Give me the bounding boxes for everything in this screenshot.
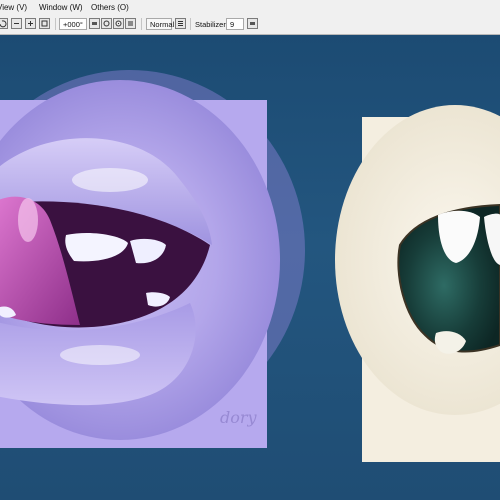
rotate-cw-button[interactable] xyxy=(113,18,124,29)
rotation-field[interactable]: +000° xyxy=(59,18,87,30)
flip-icon xyxy=(128,21,133,26)
blend-mode-select[interactable]: Normal xyxy=(146,18,174,30)
toolbar-separator xyxy=(190,18,191,30)
zoom-out-button[interactable] xyxy=(11,18,22,29)
stabilizer-dropdown-button[interactable] xyxy=(247,18,258,29)
blend-mode-dropdown-button[interactable] xyxy=(175,18,186,29)
stabilizer-field[interactable]: 9 xyxy=(226,18,244,30)
drawing-canvas[interactable]: dory xyxy=(0,35,500,500)
toolbar-separator xyxy=(55,18,56,30)
menu-bar: View (V) Window (W) Others (O) xyxy=(0,0,500,16)
purple-mouth-painting: dory xyxy=(0,70,305,448)
flip-button[interactable] xyxy=(125,18,136,29)
toolbar: +000° Normal Stabilizer 9 xyxy=(0,15,500,35)
rotate-ccw-button[interactable] xyxy=(101,18,112,29)
toolbar-separator xyxy=(141,18,142,30)
minus-icon xyxy=(14,23,19,24)
tongue-highlight xyxy=(18,198,38,242)
rotate-left-icon xyxy=(0,20,7,28)
upper-lip-highlight xyxy=(72,168,148,192)
rotate-cw-icon xyxy=(115,20,122,27)
rotation-reset-button[interactable] xyxy=(89,18,100,29)
stabilizer-label: Stabilizer xyxy=(195,20,226,29)
artist-signature: dory xyxy=(220,408,258,427)
zoom-in-button[interactable] xyxy=(25,18,36,29)
list-icon xyxy=(178,21,183,26)
lower-lip-highlight xyxy=(60,345,140,365)
fit-view-button[interactable] xyxy=(39,18,50,29)
reset-icon xyxy=(92,22,97,25)
dropdown-icon xyxy=(250,22,255,25)
cream-mouth-painting xyxy=(335,105,500,462)
plus-icon xyxy=(28,21,33,26)
rotate-left-button[interactable] xyxy=(0,18,8,29)
menu-window[interactable]: Window (W) xyxy=(39,3,83,12)
menu-view[interactable]: View (V) xyxy=(0,3,27,12)
menu-others[interactable]: Others (O) xyxy=(91,3,129,12)
canvas-artwork: dory xyxy=(0,70,500,462)
square-icon xyxy=(41,20,48,27)
rotate-ccw-icon xyxy=(103,20,110,27)
